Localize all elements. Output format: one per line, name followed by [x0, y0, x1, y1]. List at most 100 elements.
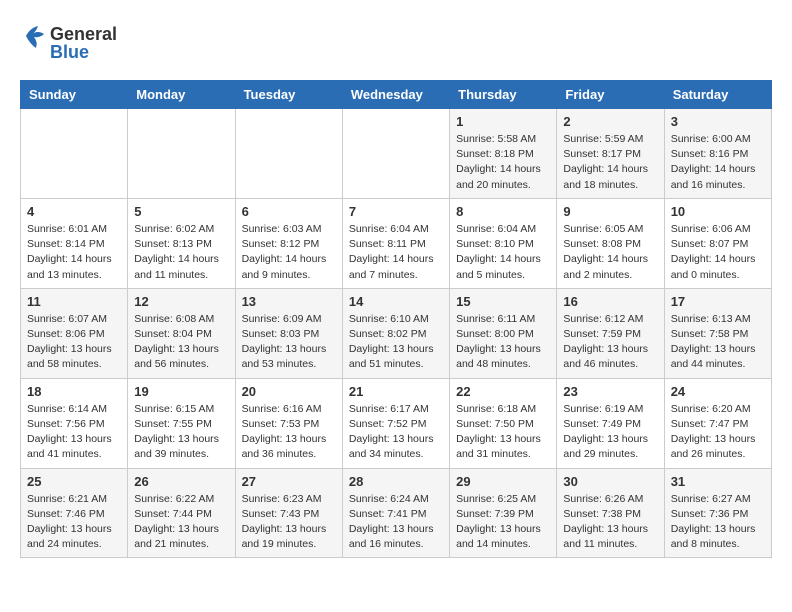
svg-text:General: General: [50, 24, 117, 44]
day-info: Sunrise: 6:01 AM Sunset: 8:14 PM Dayligh…: [27, 222, 121, 283]
day-number: 17: [671, 294, 765, 309]
logo-icon: GeneralBlue: [20, 20, 130, 64]
calendar-cell: [128, 109, 235, 199]
day-info: Sunrise: 6:06 AM Sunset: 8:07 PM Dayligh…: [671, 222, 765, 283]
calendar-cell: 6 Sunrise: 6:03 AM Sunset: 8:12 PM Daylig…: [235, 198, 342, 288]
day-info: Sunrise: 6:27 AM Sunset: 7:36 PM Dayligh…: [671, 492, 765, 553]
week-row-2: 4 Sunrise: 6:01 AM Sunset: 8:14 PM Daylig…: [21, 198, 772, 288]
day-info: Sunrise: 6:18 AM Sunset: 7:50 PM Dayligh…: [456, 402, 550, 463]
logo: GeneralBlue: [20, 20, 130, 64]
calendar-cell: [21, 109, 128, 199]
day-number: 19: [134, 384, 228, 399]
calendar-cell: 7 Sunrise: 6:04 AM Sunset: 8:11 PM Daylig…: [342, 198, 449, 288]
week-row-5: 25 Sunrise: 6:21 AM Sunset: 7:46 PM Dayli…: [21, 468, 772, 558]
calendar-cell: 10 Sunrise: 6:06 AM Sunset: 8:07 PM Dayli…: [664, 198, 771, 288]
day-number: 12: [134, 294, 228, 309]
weekday-row: SundayMondayTuesdayWednesdayThursdayFrid…: [21, 81, 772, 109]
day-info: Sunrise: 6:10 AM Sunset: 8:02 PM Dayligh…: [349, 312, 443, 373]
day-number: 5: [134, 204, 228, 219]
day-info: Sunrise: 6:00 AM Sunset: 8:16 PM Dayligh…: [671, 132, 765, 193]
day-number: 3: [671, 114, 765, 129]
weekday-header-sunday: Sunday: [21, 81, 128, 109]
header: GeneralBlue: [20, 20, 772, 64]
calendar-header: SundayMondayTuesdayWednesdayThursdayFrid…: [21, 81, 772, 109]
day-info: Sunrise: 6:26 AM Sunset: 7:38 PM Dayligh…: [563, 492, 657, 553]
calendar-cell: 22 Sunrise: 6:18 AM Sunset: 7:50 PM Dayli…: [450, 378, 557, 468]
day-number: 20: [242, 384, 336, 399]
calendar-cell: [235, 109, 342, 199]
day-number: 22: [456, 384, 550, 399]
day-number: 14: [349, 294, 443, 309]
calendar-cell: [342, 109, 449, 199]
week-row-4: 18 Sunrise: 6:14 AM Sunset: 7:56 PM Dayli…: [21, 378, 772, 468]
calendar-cell: 19 Sunrise: 6:15 AM Sunset: 7:55 PM Dayli…: [128, 378, 235, 468]
calendar-cell: 24Sunrise: 6:20 AM Sunset: 7:47 PM Dayli…: [664, 378, 771, 468]
day-number: 13: [242, 294, 336, 309]
day-info: Sunrise: 6:16 AM Sunset: 7:53 PM Dayligh…: [242, 402, 336, 463]
calendar-cell: 9 Sunrise: 6:05 AM Sunset: 8:08 PM Daylig…: [557, 198, 664, 288]
calendar-cell: 26Sunrise: 6:22 AM Sunset: 7:44 PM Dayli…: [128, 468, 235, 558]
day-number: 8: [456, 204, 550, 219]
weekday-header-wednesday: Wednesday: [342, 81, 449, 109]
day-info: Sunrise: 6:22 AM Sunset: 7:44 PM Dayligh…: [134, 492, 228, 553]
week-row-1: 1 Sunrise: 5:58 AM Sunset: 8:18 PM Daylig…: [21, 109, 772, 199]
day-info: Sunrise: 6:03 AM Sunset: 8:12 PM Dayligh…: [242, 222, 336, 283]
calendar-cell: 17Sunrise: 6:13 AM Sunset: 7:58 PM Dayli…: [664, 288, 771, 378]
day-info: Sunrise: 6:02 AM Sunset: 8:13 PM Dayligh…: [134, 222, 228, 283]
day-number: 30: [563, 474, 657, 489]
day-number: 31: [671, 474, 765, 489]
calendar-cell: 2Sunrise: 5:59 AM Sunset: 8:17 PM Daylig…: [557, 109, 664, 199]
calendar-cell: 30 Sunrise: 6:26 AM Sunset: 7:38 PM Dayli…: [557, 468, 664, 558]
day-number: 23: [563, 384, 657, 399]
day-info: Sunrise: 5:59 AM Sunset: 8:17 PM Dayligh…: [563, 132, 657, 193]
day-number: 9: [563, 204, 657, 219]
day-info: Sunrise: 6:25 AM Sunset: 7:39 PM Dayligh…: [456, 492, 550, 553]
calendar-body: 1 Sunrise: 5:58 AM Sunset: 8:18 PM Daylig…: [21, 109, 772, 558]
weekday-header-thursday: Thursday: [450, 81, 557, 109]
calendar-cell: 29Sunrise: 6:25 AM Sunset: 7:39 PM Dayli…: [450, 468, 557, 558]
day-number: 11: [27, 294, 121, 309]
day-number: 7: [349, 204, 443, 219]
day-number: 18: [27, 384, 121, 399]
calendar-cell: 12 Sunrise: 6:08 AM Sunset: 8:04 PM Dayli…: [128, 288, 235, 378]
day-info: Sunrise: 6:04 AM Sunset: 8:10 PM Dayligh…: [456, 222, 550, 283]
day-number: 28: [349, 474, 443, 489]
day-info: Sunrise: 6:17 AM Sunset: 7:52 PM Dayligh…: [349, 402, 443, 463]
day-info: Sunrise: 5:58 AM Sunset: 8:18 PM Dayligh…: [456, 132, 550, 193]
calendar-cell: 1 Sunrise: 5:58 AM Sunset: 8:18 PM Daylig…: [450, 109, 557, 199]
day-info: Sunrise: 6:21 AM Sunset: 7:46 PM Dayligh…: [27, 492, 121, 553]
calendar: SundayMondayTuesdayWednesdayThursdayFrid…: [20, 80, 772, 558]
day-info: Sunrise: 6:04 AM Sunset: 8:11 PM Dayligh…: [349, 222, 443, 283]
calendar-cell: 4 Sunrise: 6:01 AM Sunset: 8:14 PM Daylig…: [21, 198, 128, 288]
day-info: Sunrise: 6:05 AM Sunset: 8:08 PM Dayligh…: [563, 222, 657, 283]
calendar-cell: 28 Sunrise: 6:24 AM Sunset: 7:41 PM Dayli…: [342, 468, 449, 558]
day-number: 1: [456, 114, 550, 129]
calendar-cell: 14 Sunrise: 6:10 AM Sunset: 8:02 PM Dayli…: [342, 288, 449, 378]
weekday-header-monday: Monday: [128, 81, 235, 109]
page: GeneralBlue SundayMondayTuesdayWednesday…: [0, 0, 792, 568]
calendar-cell: 25 Sunrise: 6:21 AM Sunset: 7:46 PM Dayli…: [21, 468, 128, 558]
day-info: Sunrise: 6:12 AM Sunset: 7:59 PM Dayligh…: [563, 312, 657, 373]
day-number: 16: [563, 294, 657, 309]
calendar-cell: 31 Sunrise: 6:27 AM Sunset: 7:36 PM Dayli…: [664, 468, 771, 558]
day-number: 6: [242, 204, 336, 219]
week-row-3: 11 Sunrise: 6:07 AM Sunset: 8:06 PM Dayli…: [21, 288, 772, 378]
day-number: 10: [671, 204, 765, 219]
day-info: Sunrise: 6:11 AM Sunset: 8:00 PM Dayligh…: [456, 312, 550, 373]
day-info: Sunrise: 6:14 AM Sunset: 7:56 PM Dayligh…: [27, 402, 121, 463]
calendar-cell: 16 Sunrise: 6:12 AM Sunset: 7:59 PM Dayli…: [557, 288, 664, 378]
day-info: Sunrise: 6:09 AM Sunset: 8:03 PM Dayligh…: [242, 312, 336, 373]
day-info: Sunrise: 6:07 AM Sunset: 8:06 PM Dayligh…: [27, 312, 121, 373]
day-info: Sunrise: 6:08 AM Sunset: 8:04 PM Dayligh…: [134, 312, 228, 373]
day-number: 4: [27, 204, 121, 219]
calendar-cell: 15Sunrise: 6:11 AM Sunset: 8:00 PM Dayli…: [450, 288, 557, 378]
calendar-cell: 11 Sunrise: 6:07 AM Sunset: 8:06 PM Dayli…: [21, 288, 128, 378]
day-info: Sunrise: 6:24 AM Sunset: 7:41 PM Dayligh…: [349, 492, 443, 553]
day-number: 25: [27, 474, 121, 489]
day-info: Sunrise: 6:19 AM Sunset: 7:49 PM Dayligh…: [563, 402, 657, 463]
calendar-cell: 21Sunrise: 6:17 AM Sunset: 7:52 PM Dayli…: [342, 378, 449, 468]
calendar-cell: 8 Sunrise: 6:04 AM Sunset: 8:10 PM Daylig…: [450, 198, 557, 288]
weekday-header-tuesday: Tuesday: [235, 81, 342, 109]
calendar-cell: 18 Sunrise: 6:14 AM Sunset: 7:56 PM Dayli…: [21, 378, 128, 468]
day-info: Sunrise: 6:15 AM Sunset: 7:55 PM Dayligh…: [134, 402, 228, 463]
